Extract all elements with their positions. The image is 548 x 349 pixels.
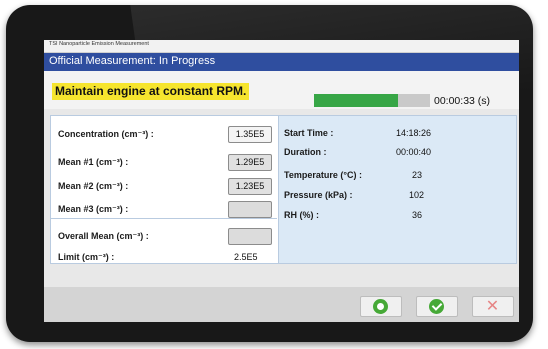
- temperature-value: 23: [412, 170, 423, 180]
- window-title-bar: TSI Nanoparticle Emission Measurement: [44, 40, 519, 53]
- mean1-label: Mean #1 (cm⁻³) :: [58, 157, 129, 167]
- mean2-label: Mean #2 (cm⁻³) :: [58, 181, 129, 191]
- mean3-value: [228, 201, 272, 218]
- overall-mean-value: [228, 228, 272, 245]
- back-icon: [373, 299, 388, 314]
- temperature-label: Temperature (°C) :: [284, 170, 362, 180]
- header-bar: Official Measurement: In Progress: [44, 53, 519, 71]
- elapsed-timer: 00:00:33 (s): [434, 95, 491, 107]
- tablet-device: TSI Nanoparticle Emission Measurement Of…: [6, 5, 533, 342]
- mean2-value: 1.23E5: [228, 178, 272, 195]
- limit-label: Limit (cm⁻³) :: [58, 252, 115, 262]
- confirm-button[interactable]: [416, 296, 458, 317]
- cancel-button[interactable]: ✕: [472, 296, 514, 317]
- page-title: Official Measurement: In Progress: [49, 55, 216, 67]
- start-time-value: 14:18:26: [396, 128, 432, 138]
- pressure-label: Pressure (kPa) :: [284, 190, 353, 200]
- check-icon: [429, 299, 444, 314]
- concentration-label: Concentration (cm⁻³) :: [58, 129, 154, 139]
- progress-bar: [314, 94, 430, 107]
- duration-value: 00:00:40: [396, 147, 432, 157]
- instruction-message: Maintain engine at constant RPM.: [52, 83, 250, 100]
- overall-mean-label: Overall Mean (cm⁻³) :: [58, 231, 149, 241]
- mean3-label: Mean #3 (cm⁻³) :: [58, 204, 129, 214]
- duration-label: Duration :: [284, 147, 327, 157]
- back-button[interactable]: [360, 296, 402, 317]
- limit-value: 2.5E5: [234, 252, 258, 262]
- mean1-value: 1.29E5: [228, 154, 272, 171]
- close-icon: ✕: [485, 298, 500, 315]
- app-screen: TSI Nanoparticle Emission Measurement Of…: [44, 40, 519, 322]
- rh-label: RH (%) :: [284, 210, 319, 220]
- start-time-label: Start Time :: [284, 128, 334, 138]
- concentration-value: 1.35E5: [228, 126, 272, 143]
- window-title: TSI Nanoparticle Emission Measurement: [49, 41, 149, 47]
- rh-value: 36: [412, 210, 423, 220]
- pressure-value: 102: [409, 190, 425, 200]
- panel-divider: [50, 218, 277, 219]
- progress-fill: [314, 94, 398, 107]
